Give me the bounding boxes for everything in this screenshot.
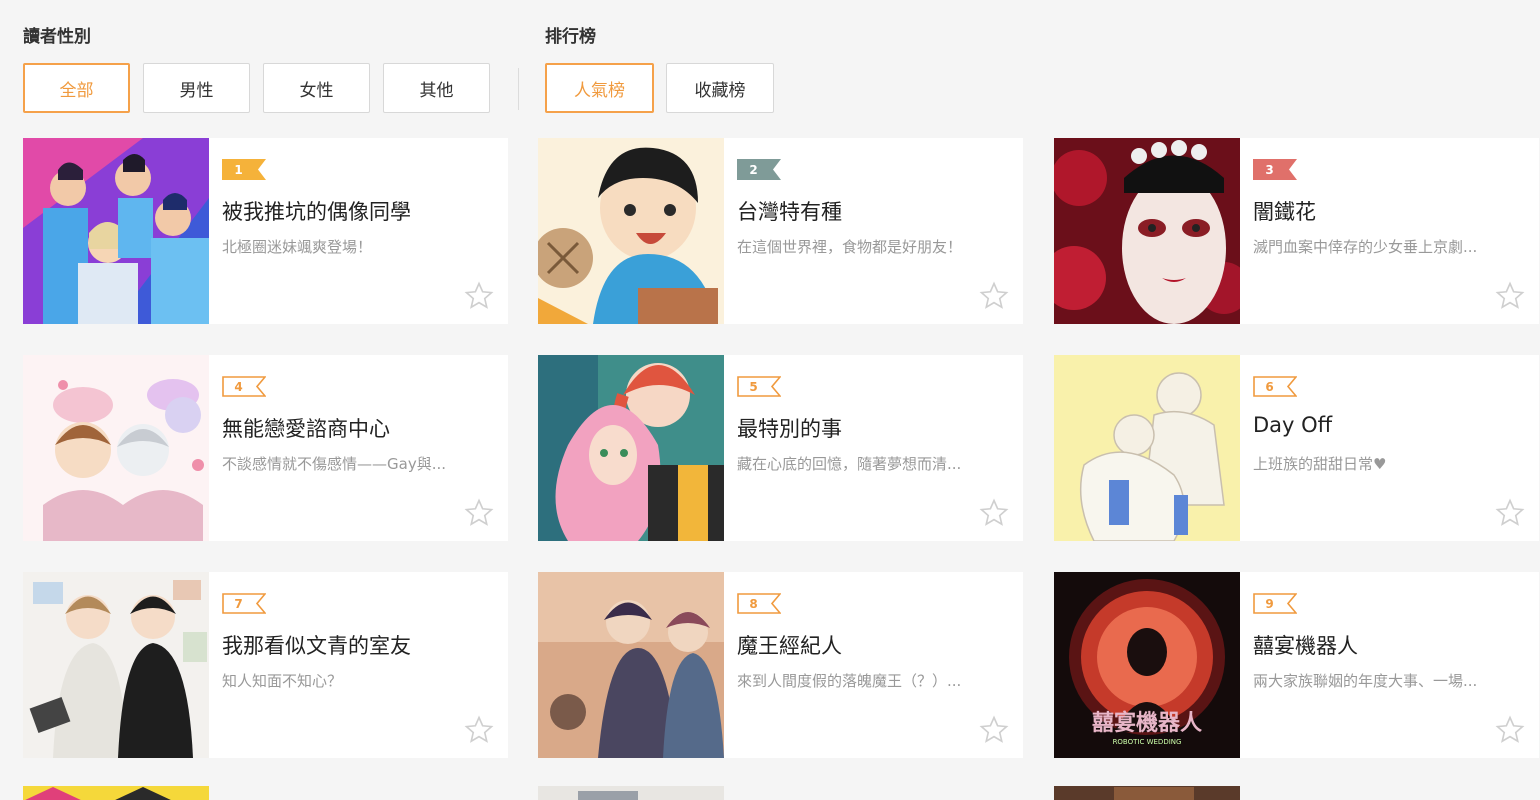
comic-cover-2[interactable]: [538, 138, 724, 324]
comic-card-4[interactable]: 4 無能戀愛諮商中心 不談感情就不傷感情——Gay與...: [23, 355, 508, 541]
comic-cover-3[interactable]: [1054, 138, 1240, 324]
rank-badge-2: 2: [737, 159, 781, 180]
star-icon[interactable]: [979, 498, 1009, 528]
comic-card-3[interactable]: 3 闇鐵花 滅門血案中倖存的少女垂上京劇...: [1054, 138, 1539, 324]
rank-badge-8: 8: [737, 593, 782, 614]
gender-male-button[interactable]: 男性: [143, 63, 250, 113]
star-icon[interactable]: [464, 715, 494, 745]
comic-description: 兩大家族聯姻的年度大事、一場...: [1253, 672, 1478, 690]
filter-divider: [518, 68, 519, 110]
rank-badge-6: 6: [1253, 376, 1298, 397]
comic-description: 滅門血案中倖存的少女垂上京劇...: [1253, 238, 1478, 256]
comic-description: 知人知面不知心？: [222, 672, 343, 690]
comic-title[interactable]: 被我推坑的偶像同學: [222, 196, 411, 226]
comic-title[interactable]: 闇鐵花: [1253, 196, 1316, 226]
rank-badge-1: 1: [222, 159, 266, 180]
comic-card-5[interactable]: 5 最特別的事 藏在心底的回憶，隨著夢想而清...: [538, 355, 1023, 541]
star-icon[interactable]: [979, 281, 1009, 311]
comic-description: 藏在心底的回憶，隨著夢想而清...: [737, 455, 962, 473]
gender-female-button[interactable]: 女性: [263, 63, 370, 113]
comic-cover-partial-12[interactable]: [1054, 786, 1240, 800]
comic-title[interactable]: 無能戀愛諮商中心: [222, 413, 390, 443]
comic-description: 北極圈迷妹颯爽登場！: [222, 238, 373, 256]
comic-cover-6[interactable]: [1054, 355, 1240, 541]
comic-description: 上班族的甜甜日常♥: [1253, 455, 1387, 473]
gender-filter-label: 讀者性別: [23, 27, 91, 47]
ranking-filter-label: 排行榜: [545, 27, 596, 47]
comic-title[interactable]: 最特別的事: [737, 413, 842, 443]
star-icon[interactable]: [464, 281, 494, 311]
comic-cover-5[interactable]: [538, 355, 724, 541]
star-icon[interactable]: [979, 715, 1009, 745]
comic-cover-partial-10[interactable]: [23, 786, 209, 800]
comic-cover-8[interactable]: [538, 572, 724, 758]
star-icon[interactable]: [464, 498, 494, 528]
comic-card-8[interactable]: 8 魔王經紀人 來到人間度假的落魄魔王（？）...: [538, 572, 1023, 758]
rank-badge-4: 4: [222, 376, 267, 397]
comic-cover-4[interactable]: [23, 355, 209, 541]
comic-cover-9[interactable]: 囍宴機器人 ROBOTIC WEDDING: [1054, 572, 1240, 758]
comic-cover-partial-11[interactable]: [538, 786, 724, 800]
comic-description: 來到人間度假的落魄魔王（？）...: [737, 672, 962, 690]
comic-title[interactable]: Day Off: [1253, 413, 1332, 437]
star-icon[interactable]: [1495, 281, 1525, 311]
comic-card-7[interactable]: 7 我那看似文青的室友 知人知面不知心？: [23, 572, 508, 758]
comic-title[interactable]: 台灣特有種: [737, 196, 842, 226]
comic-card-2[interactable]: 2 台灣特有種 在這個世界裡，食物都是好朋友！: [538, 138, 1023, 324]
gender-other-button[interactable]: 其他: [383, 63, 490, 113]
star-icon[interactable]: [1495, 498, 1525, 528]
comic-card-9[interactable]: 囍宴機器人 ROBOTIC WEDDING 9 囍宴機器人 兩大家族聯姻的年度大…: [1054, 572, 1539, 758]
cover-subtitle-text: ROBOTIC WEDDING: [1113, 738, 1182, 746]
comic-title[interactable]: 魔王經紀人: [737, 630, 842, 660]
rank-badge-5: 5: [737, 376, 782, 397]
comic-cover-1[interactable]: [23, 138, 209, 324]
comic-description: 不談感情就不傷感情——Gay與...: [222, 455, 446, 473]
ranking-popular-button[interactable]: 人氣榜: [545, 63, 654, 113]
star-icon[interactable]: [1495, 715, 1525, 745]
comic-title[interactable]: 我那看似文青的室友: [222, 630, 411, 660]
gender-all-button[interactable]: 全部: [23, 63, 130, 113]
rank-badge-7: 7: [222, 593, 267, 614]
comic-description: 在這個世界裡，食物都是好朋友！: [737, 238, 963, 256]
comic-cover-7[interactable]: [23, 572, 209, 758]
rank-badge-3: 3: [1253, 159, 1297, 180]
comic-title[interactable]: 囍宴機器人: [1253, 630, 1358, 660]
ranking-favorites-button[interactable]: 收藏榜: [666, 63, 774, 113]
rank-badge-9: 9: [1253, 593, 1298, 614]
comic-card-6[interactable]: 6 Day Off 上班族的甜甜日常♥: [1054, 355, 1539, 541]
cover-title-text: 囍宴機器人: [1092, 710, 1202, 736]
comic-card-1[interactable]: 1 被我推坑的偶像同學 北極圈迷妹颯爽登場！: [23, 138, 508, 324]
